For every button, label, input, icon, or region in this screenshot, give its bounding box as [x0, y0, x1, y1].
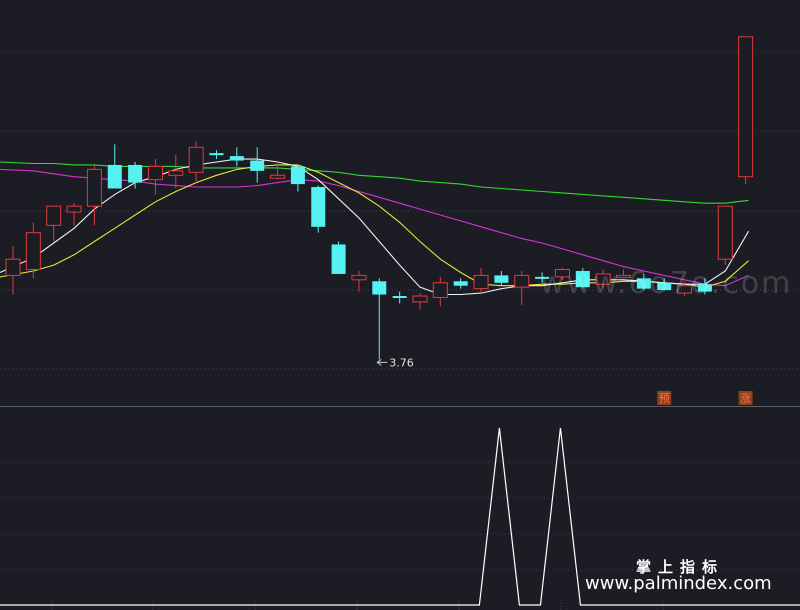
candle-body	[738, 36, 754, 178]
grid-lines	[0, 51, 800, 610]
candle-body	[311, 187, 326, 227]
candle-body	[46, 205, 62, 226]
signal-marker-label: 预	[659, 392, 670, 405]
chart-canvas: 3.76 预 涨	[0, 36, 800, 610]
candle-body	[86, 168, 102, 207]
candle-body	[25, 232, 41, 271]
candle-body	[453, 281, 468, 286]
candle-body	[188, 146, 204, 173]
watermark-url: www.palmindex.com	[585, 573, 772, 594]
candle-body	[128, 164, 143, 183]
signal-marker-label: 涨	[740, 392, 751, 405]
candle-body	[209, 153, 224, 156]
candle-body	[372, 281, 387, 295]
candle-body	[147, 165, 163, 181]
candle-body	[5, 258, 21, 276]
candle-body	[229, 156, 244, 161]
low-price-label: 3.76	[389, 356, 414, 369]
candle-body	[290, 166, 305, 185]
candle-body	[331, 244, 346, 274]
stock-chart: 3.76 预涨 www.6o7o.com 掌上指标 www.palmindex.c…	[0, 0, 800, 610]
candle-body	[514, 274, 530, 288]
candle-body	[717, 205, 733, 260]
watermark-6o7o: www.6o7o.com	[540, 266, 793, 301]
annotations: 3.76 预 涨	[376, 356, 753, 405]
candle-body	[66, 205, 82, 213]
candle-body	[432, 282, 448, 298]
candle-body	[168, 170, 184, 176]
candle-body	[473, 274, 489, 290]
candle-body	[392, 296, 407, 299]
candle-body	[250, 160, 265, 171]
candle-body	[270, 174, 286, 179]
candle-body	[351, 274, 367, 281]
candle-body	[107, 164, 122, 189]
candle-body	[412, 295, 428, 303]
candle-body	[494, 275, 509, 283]
